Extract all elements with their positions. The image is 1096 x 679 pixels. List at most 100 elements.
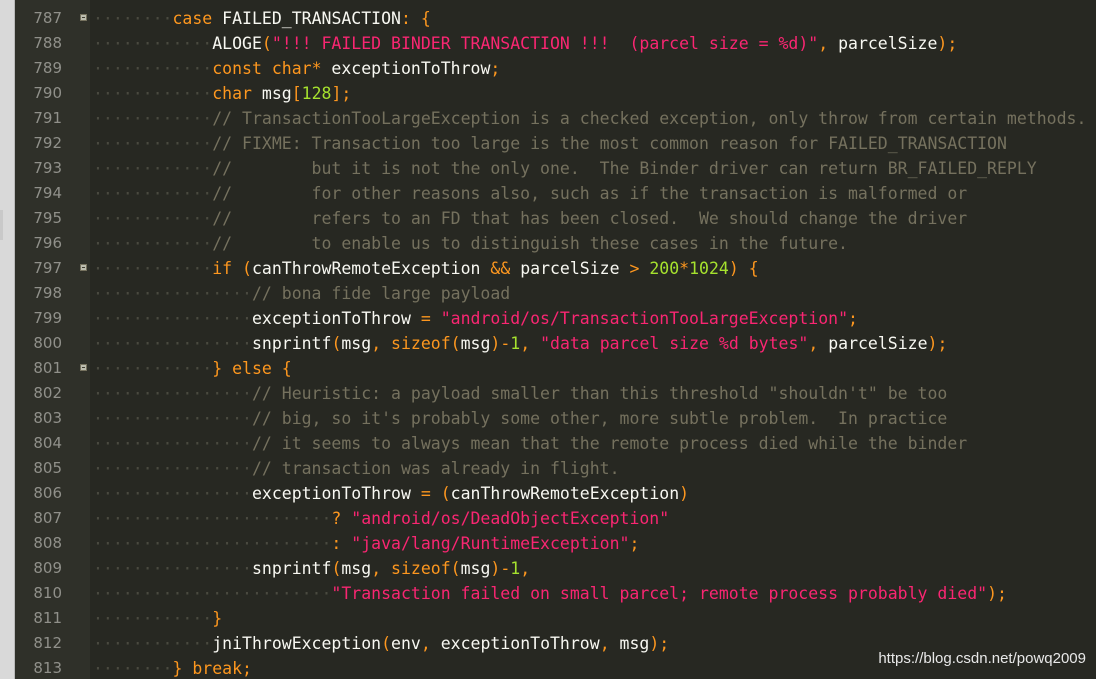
code-text: ············// refers to an FD that has … bbox=[93, 206, 967, 231]
code-line[interactable]: 802 ················// Heuristic: a paylo… bbox=[0, 381, 1096, 406]
code-token: // bona fide large payload bbox=[251, 284, 511, 303]
code-token: ) bbox=[728, 259, 739, 278]
code-editor[interactable]: 787 ········case FAILED_TRANSACTION: {788… bbox=[0, 0, 1096, 679]
line-number: 794 bbox=[33, 184, 62, 202]
code-token: ); bbox=[927, 334, 948, 353]
code-token: : bbox=[400, 9, 411, 28]
code-line[interactable]: 798 ················// bona fide large pa… bbox=[0, 281, 1096, 306]
indent-whitespace: ········ bbox=[93, 659, 173, 678]
code-token: ( bbox=[450, 334, 461, 353]
code-token: , bbox=[520, 559, 531, 578]
code-token: * bbox=[679, 259, 690, 278]
code-token: ( bbox=[232, 259, 252, 278]
code-line[interactable]: 790 ············char msg[128]; bbox=[0, 81, 1096, 106]
code-line[interactable]: 797 ············if (canThrowRemoteExcepti… bbox=[0, 256, 1096, 281]
fold-toggle-icon[interactable] bbox=[80, 264, 87, 271]
line-number: 791 bbox=[33, 109, 62, 127]
line-number: 813 bbox=[33, 659, 62, 677]
code-line[interactable]: 808 ························: "java/lang/… bbox=[0, 531, 1096, 556]
code-line[interactable]: 803 ················// big, so it's proba… bbox=[0, 406, 1096, 431]
code-token: canThrowRemoteException bbox=[251, 259, 481, 278]
code-line[interactable]: 794 ············// for other reasons also… bbox=[0, 181, 1096, 206]
code-token: ( bbox=[430, 484, 451, 503]
indent-whitespace: ············ bbox=[93, 184, 213, 203]
code-token: sizeof bbox=[381, 334, 451, 353]
code-token: { bbox=[271, 359, 292, 378]
code-token: "android/os/TransactionTooLargeException… bbox=[430, 309, 849, 328]
code-token: exceptionToThrow bbox=[321, 59, 491, 78]
code-line[interactable]: 799 ················exceptionToThrow = "a… bbox=[0, 306, 1096, 331]
line-number: 799 bbox=[33, 309, 62, 327]
code-line[interactable]: 801 ············} else { bbox=[0, 356, 1096, 381]
code-token: ); bbox=[649, 634, 670, 653]
code-token: // FIXME: Transaction too large is the m… bbox=[212, 134, 1007, 153]
line-number: 793 bbox=[33, 159, 62, 177]
code-text: ················// it seems to always me… bbox=[93, 431, 967, 456]
code-line[interactable]: 810 ························"Transaction … bbox=[0, 581, 1096, 606]
code-text: ················// bona fide large paylo… bbox=[93, 281, 510, 306]
code-token: parcelSize bbox=[828, 34, 938, 53]
code-line[interactable]: 793 ············// but it is not the only… bbox=[0, 156, 1096, 181]
code-token: else bbox=[222, 359, 272, 378]
code-token: 1024 bbox=[689, 259, 729, 278]
code-line[interactable]: 811 ············} bbox=[0, 606, 1096, 631]
code-token: exceptionToThrow bbox=[430, 634, 600, 653]
code-token: canThrowRemoteException bbox=[450, 484, 680, 503]
code-token: // transaction was already in flight. bbox=[251, 459, 620, 478]
code-token: , bbox=[808, 334, 819, 353]
code-token: } bbox=[172, 659, 183, 678]
code-token: parcelSize bbox=[818, 334, 928, 353]
line-number: 795 bbox=[33, 209, 62, 227]
indent-whitespace: ············ bbox=[93, 359, 213, 378]
code-text: ················// Heuristic: a payload … bbox=[93, 381, 947, 406]
indent-whitespace: ················ bbox=[93, 434, 252, 453]
code-line[interactable]: 787 ········case FAILED_TRANSACTION: { bbox=[0, 6, 1096, 31]
fold-toggle-icon[interactable] bbox=[80, 364, 87, 371]
code-token: ( bbox=[331, 334, 342, 353]
code-token: ; bbox=[848, 309, 858, 328]
code-line[interactable]: 796 ············// to enable us to distin… bbox=[0, 231, 1096, 256]
code-line[interactable]: 806 ················exceptionToThrow = (c… bbox=[0, 481, 1096, 506]
code-token: ]; bbox=[331, 84, 352, 103]
code-token: { bbox=[410, 9, 431, 28]
code-text: ························: "java/lang/Run… bbox=[93, 531, 639, 556]
code-token: "android/os/DeadObjectException" bbox=[341, 509, 670, 528]
code-line[interactable]: 807 ························? "android/os… bbox=[0, 506, 1096, 531]
code-token: , bbox=[599, 634, 610, 653]
code-line[interactable]: 805 ················// transaction was al… bbox=[0, 456, 1096, 481]
code-line[interactable]: 791 ············// TransactionTooLargeExc… bbox=[0, 106, 1096, 131]
code-text: ················// transaction was alrea… bbox=[93, 456, 620, 481]
code-token: msg bbox=[341, 559, 372, 578]
code-token: { bbox=[738, 259, 759, 278]
indent-whitespace: ············ bbox=[93, 159, 213, 178]
code-line[interactable]: 804 ················// it seems to always… bbox=[0, 431, 1096, 456]
indent-whitespace: ············ bbox=[93, 134, 213, 153]
code-token: // Heuristic: a payload smaller than thi… bbox=[251, 384, 948, 403]
line-number: 800 bbox=[33, 334, 62, 352]
code-line[interactable]: 809 ················snprintf(msg, sizeof(… bbox=[0, 556, 1096, 581]
code-text: ········} break; bbox=[93, 656, 252, 679]
code-text: ························"Transaction fai… bbox=[93, 581, 1007, 606]
code-line[interactable]: 788 ············ALOGE("!!! FAILED BINDER … bbox=[0, 31, 1096, 56]
code-text: ············// TransactionTooLargeExcept… bbox=[93, 106, 1086, 131]
code-token: [ bbox=[291, 84, 302, 103]
code-token: // TransactionTooLargeException is a che… bbox=[212, 109, 1087, 128]
code-line[interactable]: 800 ················snprintf(msg, sizeof(… bbox=[0, 331, 1096, 356]
code-line[interactable]: 789 ············const char* exceptionToTh… bbox=[0, 56, 1096, 81]
code-token: jniThrowException bbox=[212, 634, 382, 653]
line-number: 789 bbox=[33, 59, 62, 77]
code-token: char bbox=[261, 59, 312, 78]
code-token: } bbox=[212, 359, 223, 378]
code-token: "java/lang/RuntimeException" bbox=[341, 534, 630, 553]
code-token: if bbox=[212, 259, 233, 278]
code-token: 1 bbox=[510, 559, 521, 578]
code-line[interactable]: 795 ············// refers to an FD that h… bbox=[0, 206, 1096, 231]
code-token: : bbox=[331, 534, 342, 553]
line-number: 811 bbox=[33, 609, 62, 627]
code-line[interactable]: 792 ············// FIXME: Transaction too… bbox=[0, 131, 1096, 156]
indent-whitespace: ················ bbox=[93, 309, 252, 328]
code-text: ············} bbox=[93, 606, 222, 631]
fold-toggle-icon[interactable] bbox=[80, 14, 87, 21]
indent-whitespace: ················ bbox=[93, 459, 252, 478]
code-token: )- bbox=[490, 334, 511, 353]
